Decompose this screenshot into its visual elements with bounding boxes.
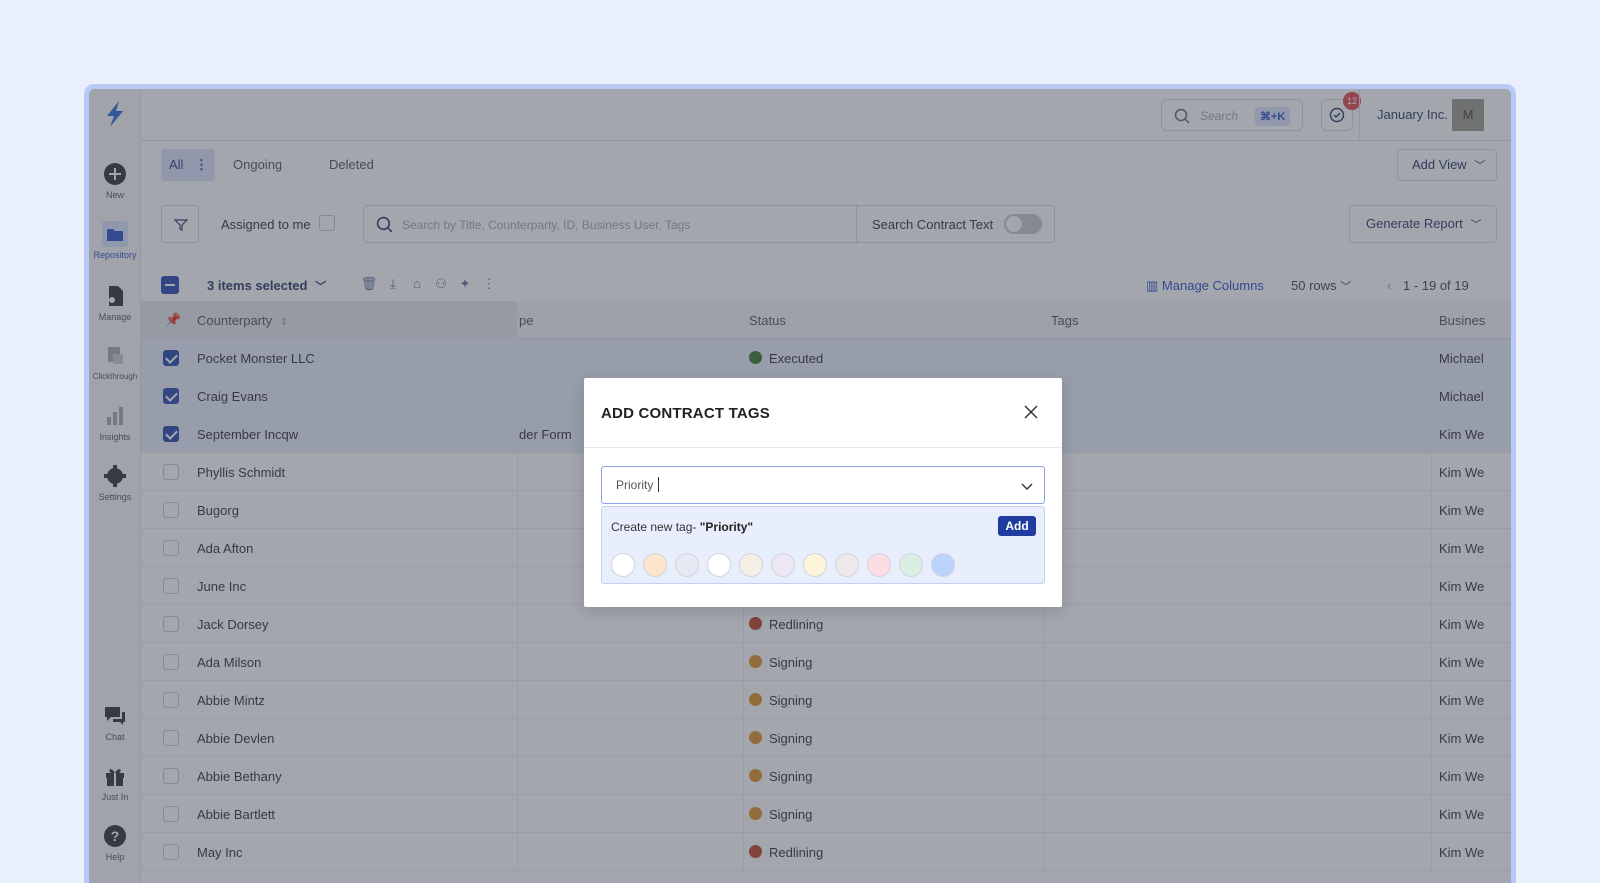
color-swatch[interactable] xyxy=(867,553,891,577)
text-caret xyxy=(658,477,659,492)
chevron-down-icon[interactable] xyxy=(1020,479,1034,493)
close-icon[interactable] xyxy=(1021,402,1041,422)
color-swatch[interactable] xyxy=(707,553,731,577)
color-swatch[interactable] xyxy=(643,553,667,577)
create-tag-value: "Priority" xyxy=(699,520,754,534)
color-swatch[interactable] xyxy=(739,553,763,577)
tag-input-value: Priority xyxy=(616,478,654,492)
color-swatch[interactable] xyxy=(835,553,859,577)
modal-title: ADD CONTRACT TAGS xyxy=(601,405,770,422)
color-swatch[interactable] xyxy=(771,553,795,577)
color-swatch[interactable] xyxy=(675,553,699,577)
add-tag-button[interactable]: Add xyxy=(998,516,1036,536)
create-tag-option[interactable]: Create new tag- "Priority" xyxy=(611,520,753,534)
color-swatch[interactable] xyxy=(899,553,923,577)
tag-suggestion-dropdown: Create new tag- "Priority" Add xyxy=(601,506,1045,584)
tag-input[interactable]: Priority xyxy=(601,466,1045,504)
color-swatch[interactable] xyxy=(931,553,955,577)
color-swatch[interactable] xyxy=(611,553,635,577)
create-tag-prefix: Create new tag- xyxy=(611,520,700,534)
add-contract-tags-modal: ADD CONTRACT TAGS Priority Create new ta… xyxy=(584,378,1062,607)
modal-header: ADD CONTRACT TAGS xyxy=(584,378,1062,448)
color-swatch[interactable] xyxy=(803,553,827,577)
